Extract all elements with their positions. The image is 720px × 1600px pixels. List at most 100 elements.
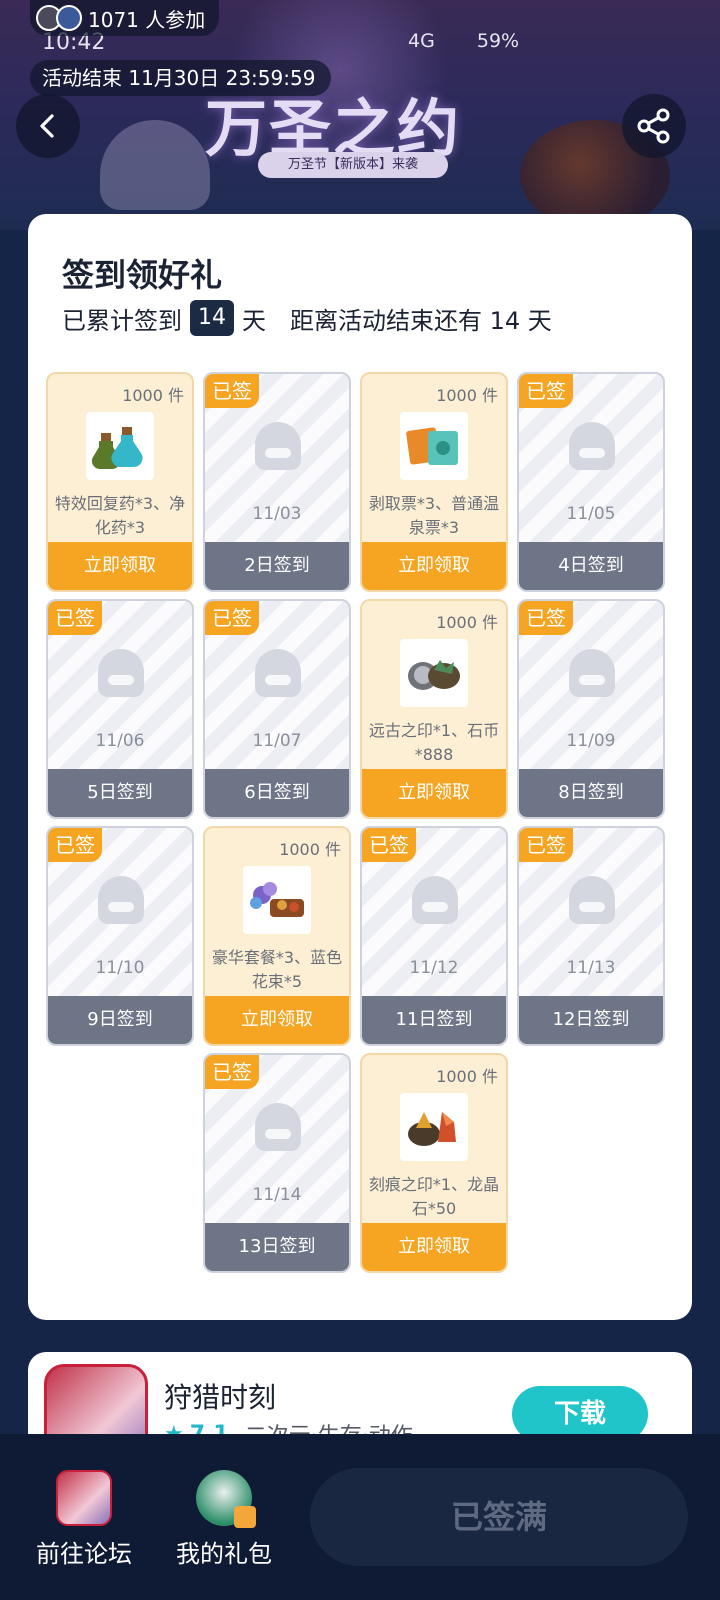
forum-label: 前往论坛 [36, 1540, 132, 1568]
day-checkin-label: 6日签到 [205, 769, 349, 817]
claim-button[interactable]: 立即领取 [362, 542, 506, 590]
reward-item-name: 特效回复药*3、净化药*3 [54, 494, 186, 537]
event-subtitle: 万圣节【新版本】来袭 [258, 152, 448, 178]
claim-button[interactable]: 立即领取 [362, 1223, 506, 1271]
signed-tag: 已签 [205, 374, 259, 408]
signed-day-cell: 已签 11/12 11日签到 [360, 826, 508, 1046]
signed-tag: 已签 [519, 374, 573, 408]
ticket-icon [400, 412, 468, 480]
claim-button[interactable]: 立即领取 [48, 542, 192, 590]
checkin-date: 11/06 [95, 731, 145, 751]
checkin-date: 11/05 [566, 504, 616, 524]
checkin-date: 11/13 [566, 958, 616, 978]
bottom-bar: 前往论坛 我的礼包 已签满 [0, 1434, 720, 1600]
stat-unit: 天 [242, 306, 266, 335]
signed-day-cell: 已签 11/03 2日签到 [203, 372, 351, 592]
forum-nav-item[interactable]: 前往论坛 [24, 1470, 144, 1569]
share-button[interactable] [622, 94, 686, 158]
checkin-date: 11/03 [252, 504, 302, 524]
reward-item-name: 豪华套餐*3、蓝色花束*5 [211, 948, 343, 991]
reward-quantity: 1000 件 [436, 1067, 498, 1086]
gifts-nav-item[interactable]: 我的礼包 [164, 1470, 284, 1569]
reward-item-name: 剥取票*3、普通温泉票*3 [368, 494, 500, 537]
event-end-time: 活动结束 11月30日 23:59:59 [30, 60, 332, 96]
reward-quantity: 1000 件 [279, 840, 341, 859]
event-banner: 10:42 4G 59% 万圣之约 万圣节【新版本】来袭 1071 人参加 活动… [0, 0, 720, 230]
reward-item-name: 刻痕之印*1、龙晶石*50 [368, 1175, 500, 1218]
ghost-decoration [100, 120, 210, 210]
signed-full-button: 已签满 [310, 1468, 688, 1566]
signed-tag: 已签 [205, 1055, 259, 1089]
checkin-date: 11/14 [252, 1185, 302, 1205]
day-checkin-label: 5日签到 [48, 769, 192, 817]
placeholder-ghost-icon [569, 876, 615, 924]
placeholder-ghost-icon [255, 1103, 301, 1151]
reward-cell: 1000 件 远古之印*1、石币*888 立即领取 [360, 599, 508, 819]
chevron-left-icon [40, 114, 54, 138]
crystal-icon [400, 1093, 468, 1161]
reward-cell: 1000 件 特效回复药*3、净化药*3 立即领取 [46, 372, 194, 592]
claim-button[interactable]: 立即领取 [362, 769, 506, 817]
signed-day-cell: 已签 11/14 13日签到 [203, 1053, 351, 1273]
network-indicator: 4G [408, 30, 435, 52]
coin-icon [400, 639, 468, 707]
gift-icon [196, 1470, 256, 1528]
avatar [56, 5, 82, 31]
placeholder-ghost-icon [255, 649, 301, 697]
signed-tag: 已签 [205, 601, 259, 635]
day-checkin-label: 13日签到 [205, 1223, 349, 1271]
placeholder-ghost-icon [569, 422, 615, 470]
signed-day-cell: 已签 11/05 4日签到 [517, 372, 665, 592]
reward-quantity: 1000 件 [436, 613, 498, 632]
placeholder-ghost-icon [412, 876, 458, 924]
reward-quantity: 1000 件 [122, 386, 184, 405]
signed-tag: 已签 [48, 601, 102, 635]
reward-quantity: 1000 件 [436, 386, 498, 405]
status-indicators: 4G 59% [408, 30, 519, 52]
gifts-label: 我的礼包 [176, 1540, 272, 1568]
potion-icon [86, 412, 154, 480]
signed-day-cell: 已签 11/10 9日签到 [46, 826, 194, 1046]
meal-icon [243, 866, 311, 934]
checkin-date: 11/07 [252, 731, 302, 751]
signed-day-cell: 已签 11/13 12日签到 [517, 826, 665, 1046]
day-checkin-label: 8日签到 [519, 769, 663, 817]
reward-cell: 1000 件 剥取票*3、普通温泉票*3 立即领取 [360, 372, 508, 592]
checkin-title: 签到领好礼 [62, 256, 223, 294]
checkin-date: 11/10 [95, 958, 145, 978]
checkin-date: 11/12 [409, 958, 459, 978]
day-checkin-label: 12日签到 [519, 996, 663, 1044]
reward-item-name: 远古之印*1、石币*888 [368, 721, 500, 764]
stat-prefix: 已累计签到 [62, 306, 182, 335]
signed-day-cell: 已签 11/07 6日签到 [203, 599, 351, 819]
day-checkin-label: 4日签到 [519, 542, 663, 590]
app-name: 狩猎时刻 [164, 1381, 277, 1414]
signed-tag: 已签 [362, 828, 416, 862]
day-checkin-label: 11日签到 [362, 996, 506, 1044]
reward-cell: 1000 件 刻痕之印*1、龙晶石*50 立即领取 [360, 1053, 508, 1273]
placeholder-ghost-icon [98, 876, 144, 924]
placeholder-ghost-icon [98, 649, 144, 697]
checkin-date: 11/09 [566, 731, 616, 751]
participants-badge: 1071 人参加 [30, 0, 220, 36]
forum-icon [56, 1470, 112, 1526]
placeholder-ghost-icon [569, 649, 615, 697]
day-checkin-label: 9日签到 [48, 996, 192, 1044]
signed-tag: 已签 [48, 828, 102, 862]
signed-tag: 已签 [519, 828, 573, 862]
checkin-stats: 已累计签到 14 天 距离活动结束还有 14 天 [62, 298, 552, 338]
participants-count: 1071 人参加 [88, 7, 206, 32]
checkin-card: 签到领好礼 已累计签到 14 天 距离活动结束还有 14 天 1000 件 特效… [28, 214, 692, 1320]
remaining-days: 距离活动结束还有 14 天 [290, 306, 552, 335]
signed-tag: 已签 [519, 601, 573, 635]
day-checkin-label: 2日签到 [205, 542, 349, 590]
share-icon [637, 108, 670, 144]
placeholder-ghost-icon [255, 422, 301, 470]
checkin-days-count: 14 [190, 300, 234, 336]
signed-day-cell: 已签 11/09 8日签到 [517, 599, 665, 819]
reward-cell: 1000 件 豪华套餐*3、蓝色花束*5 立即领取 [203, 826, 351, 1046]
checkin-grid: 1000 件 特效回复药*3、净化药*3 立即领取 已签 11/03 2日签到 … [46, 372, 674, 1292]
signed-day-cell: 已签 11/06 5日签到 [46, 599, 194, 819]
back-button[interactable] [16, 94, 80, 158]
claim-button[interactable]: 立即领取 [205, 996, 349, 1044]
